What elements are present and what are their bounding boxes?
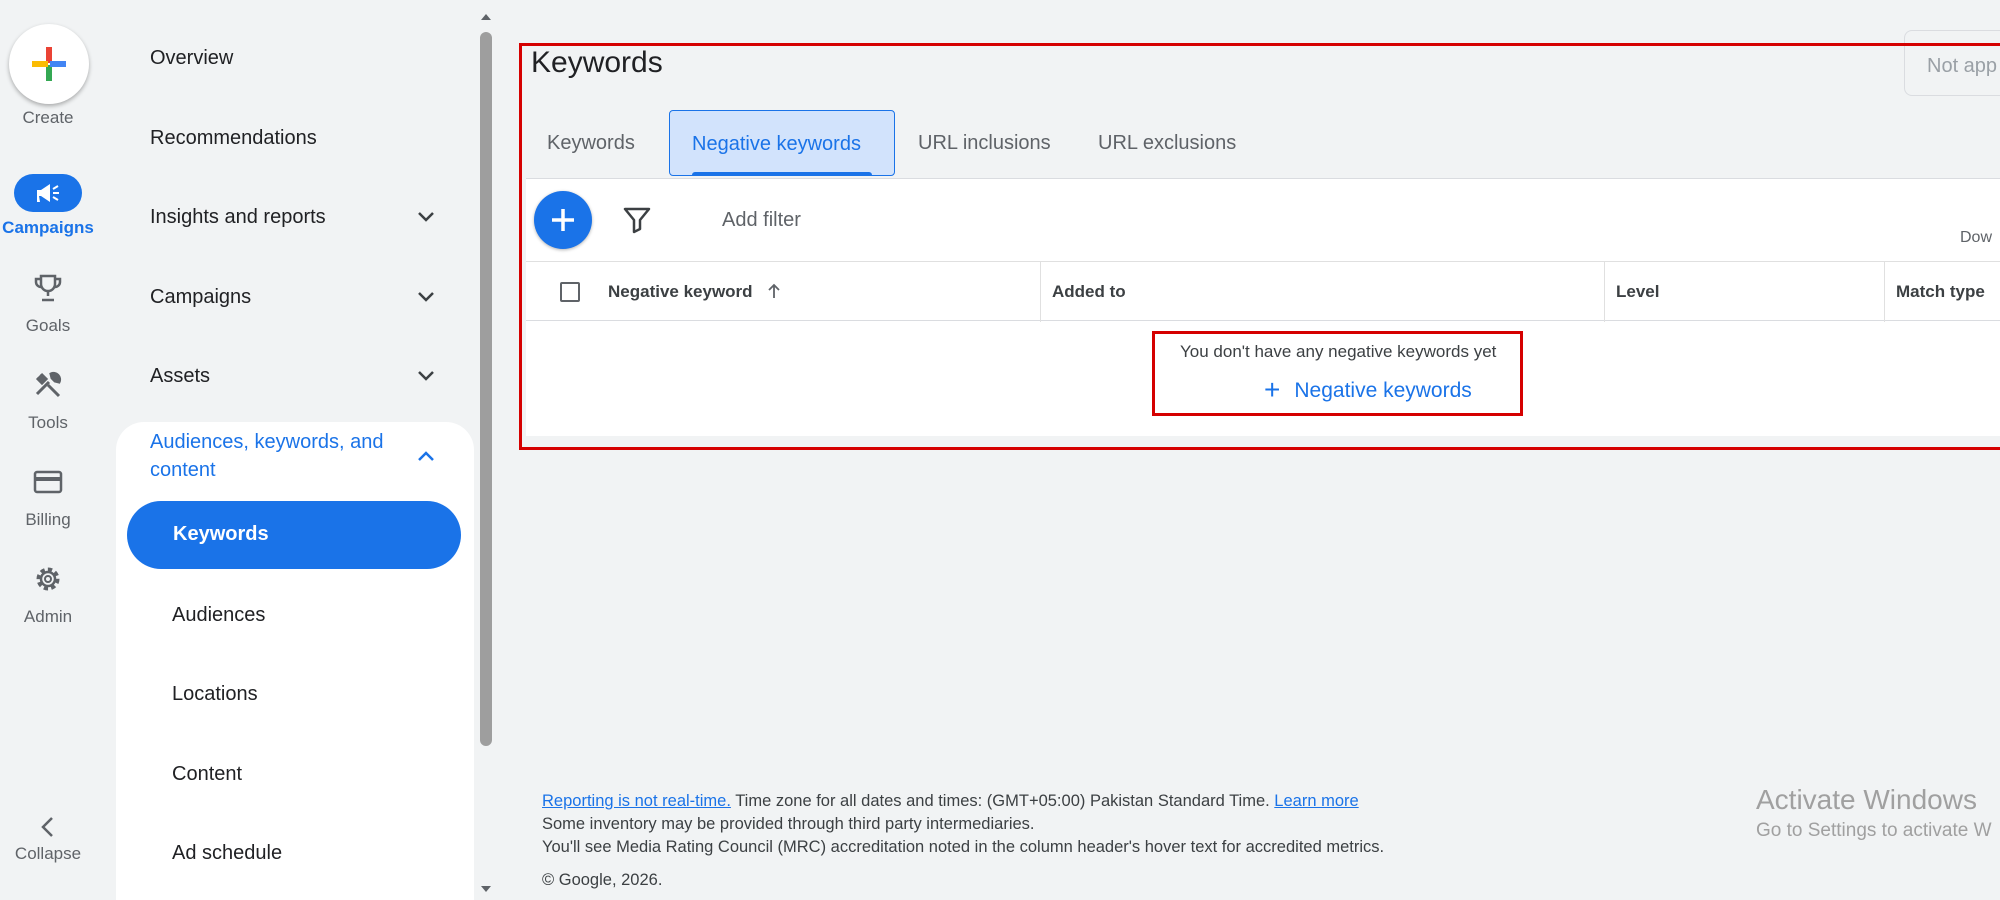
create-label: Create — [22, 108, 74, 127]
chevron-down-icon[interactable] — [414, 205, 438, 229]
collapse-label: Collapse — [14, 844, 82, 863]
tools-icon — [28, 369, 68, 401]
watermark-line2: Go to Settings to activate W — [1756, 820, 1992, 841]
scroll-up-arrow-icon[interactable] — [479, 10, 493, 24]
sub-item-keywords-label: Keywords — [173, 523, 269, 545]
nav-item-overview[interactable]: Overview — [150, 47, 233, 70]
chevron-down-icon[interactable] — [414, 285, 438, 309]
rail-label-admin: Admin — [23, 607, 73, 626]
nav-section-audiences-keywords-content: Audiences, keywords, and content Keyword… — [116, 422, 474, 900]
chevron-up-icon[interactable] — [414, 444, 438, 468]
campaigns-icon — [14, 174, 82, 212]
activate-windows-watermark: Activate Windows Go to Settings to activ… — [1756, 784, 1992, 842]
mrc-note: You'll see Media Rating Council (MRC) ac… — [542, 838, 1385, 856]
reporting-not-real-time-link[interactable]: Reporting is not real-time. — [542, 792, 731, 810]
create-button[interactable] — [9, 24, 89, 104]
gear-icon — [28, 563, 68, 595]
sub-item-audiences[interactable]: Audiences — [172, 604, 265, 627]
sub-item-content[interactable]: Content — [172, 763, 242, 786]
rail-item-admin[interactable]: Admin — [0, 563, 96, 643]
nav-item-insights-and-reports[interactable]: Insights and reports — [150, 206, 326, 229]
highlight-box-empty-state — [1152, 331, 1523, 416]
learn-more-link[interactable]: Learn more — [1274, 792, 1358, 810]
plus-icon — [32, 47, 66, 81]
rail-label-campaigns: Campaigns — [2, 218, 94, 237]
sub-item-keywords[interactable]: Keywords — [127, 501, 461, 569]
copyright: © Google, 2026. — [542, 871, 663, 889]
nav-item-recommendations[interactable]: Recommendations — [150, 127, 317, 150]
rail-item-tools[interactable]: Tools — [0, 369, 96, 449]
sub-item-ad-schedule[interactable]: Ad schedule — [172, 842, 282, 865]
nav-item-assets[interactable]: Assets — [150, 365, 210, 388]
left-rail: Create Campaigns Goals Tools Billing Adm… — [0, 0, 96, 900]
navigation-panel: Overview Recommendations Insights and re… — [96, 0, 476, 900]
nav-section-title[interactable]: Audiences, keywords, and content — [150, 428, 420, 484]
rail-item-campaigns[interactable]: Campaigns — [0, 174, 96, 254]
sub-item-locations[interactable]: Locations — [172, 683, 258, 706]
chevron-down-icon[interactable] — [414, 364, 438, 388]
timezone-text: Time zone for all dates and times: (GMT+… — [730, 792, 1275, 810]
rail-item-goals[interactable]: Goals — [0, 272, 96, 352]
nav-item-campaigns[interactable]: Campaigns — [150, 286, 251, 309]
rail-item-billing[interactable]: Billing — [0, 466, 96, 546]
rail-label-goals: Goals — [25, 316, 71, 335]
rail-label-tools: Tools — [28, 413, 68, 432]
scroll-thumb[interactable] — [480, 32, 492, 746]
footer-notes: Reporting is not real-time. Time zone fo… — [542, 790, 1384, 859]
credit-card-icon — [28, 466, 68, 498]
rail-label-billing: Billing — [25, 510, 71, 529]
inventory-note: Some inventory may be provided through t… — [542, 815, 1035, 833]
nav-scrollbar[interactable] — [476, 0, 496, 900]
chevron-left-icon — [28, 812, 68, 842]
watermark-line1: Activate Windows — [1756, 784, 1977, 815]
collapse-button[interactable]: Collapse — [0, 812, 96, 892]
main-content: Not app Keywords Keywords Negative keywo… — [496, 0, 2000, 900]
trophy-icon — [28, 272, 68, 304]
scroll-down-arrow-icon[interactable] — [479, 882, 493, 896]
